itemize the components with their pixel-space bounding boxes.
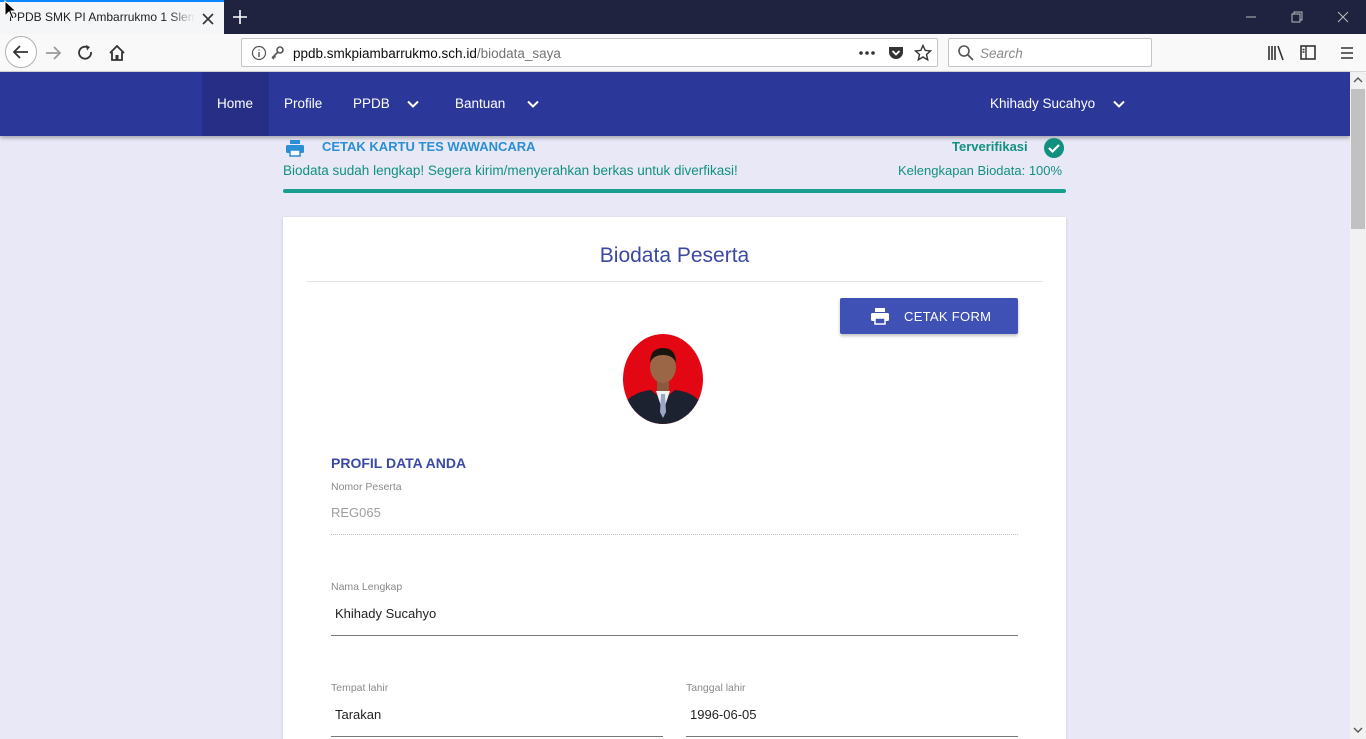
nomor-peserta-label: Nomor Peserta	[331, 481, 402, 493]
more-actions-icon[interactable]	[858, 45, 876, 61]
nomor-peserta-underline	[331, 534, 1018, 535]
url-path: /biodata_saya	[476, 46, 561, 61]
key-icon[interactable]	[269, 45, 285, 61]
library-icon[interactable]	[1262, 40, 1290, 66]
tanggal-lahir-underline	[686, 736, 1018, 737]
restore-icon[interactable]	[1289, 9, 1305, 25]
new-tab-icon[interactable]	[230, 7, 250, 27]
scroll-down-icon[interactable]	[1353, 726, 1363, 734]
printer-icon[interactable]	[285, 139, 305, 157]
nav-ppdb[interactable]: PPDB	[353, 96, 390, 111]
search-placeholder: Search	[980, 46, 1023, 61]
sidebar-icon[interactable]	[1294, 40, 1322, 66]
profile-photo	[623, 334, 703, 424]
progress-fill	[283, 189, 1066, 193]
tanggal-lahir-label: Tanggal lahir	[686, 682, 746, 694]
check-circle-icon	[1044, 138, 1064, 158]
mouse-cursor-icon	[4, 0, 18, 20]
close-window-icon[interactable]	[1335, 9, 1351, 25]
nama-lengkap-underline	[331, 635, 1018, 636]
tempat-lahir-underline	[331, 736, 663, 737]
completeness-label: Kelengkapan Biodata: 100%	[898, 163, 1063, 178]
back-arrow-icon	[12, 45, 28, 59]
forward-icon[interactable]	[39, 40, 67, 66]
print-form-button[interactable]: CETAK FORM	[840, 298, 1018, 334]
printer-icon	[871, 308, 889, 325]
nav-profile[interactable]: Profile	[284, 96, 322, 111]
print-test-card-link[interactable]: CETAK KARTU TES WAWANCARA	[322, 139, 536, 154]
pocket-icon[interactable]	[887, 44, 905, 62]
browser-tab-bar: PPDB SMK PI Ambarrukmo 1 Sleman	[0, 0, 1366, 34]
nav-home[interactable]: Home	[217, 96, 253, 111]
search-icon	[958, 45, 974, 61]
chevron-down-icon[interactable]	[526, 97, 540, 111]
nav-bantuan[interactable]: Bantuan	[455, 96, 505, 111]
tab-title: PPDB SMK PI Ambarrukmo 1 Sleman	[9, 10, 195, 24]
card-divider	[307, 281, 1043, 282]
back-button[interactable]	[5, 36, 37, 68]
avatar	[623, 334, 703, 424]
bookmark-star-icon[interactable]	[914, 44, 932, 62]
home-icon[interactable]	[103, 40, 131, 66]
url-text: ppdb.smkpiambarrukmo.sch.id/biodata_saya	[293, 46, 561, 61]
chevron-down-icon[interactable]	[406, 97, 420, 111]
biodata-complete-message: Biodata sudah lengkap! Segera kirim/meny…	[283, 163, 738, 178]
card-title: Biodata Peserta	[599, 244, 750, 267]
nama-lengkap-field[interactable]: Khihady Sucahyo	[335, 606, 436, 621]
completeness-progress-bar	[283, 189, 1066, 193]
scrollbar-thumb[interactable]	[1351, 89, 1365, 229]
nama-lengkap-label: Nama Lengkap	[331, 581, 403, 593]
url-domain: ppdb.smkpiambarrukmo.sch.id	[293, 46, 477, 61]
url-bar[interactable]: ppdb.smkpiambarrukmo.sch.id/biodata_saya	[241, 38, 938, 67]
biodata-card: Biodata Peserta CETAK FORM PROFIL DATA A…	[283, 217, 1066, 739]
nav-user-name[interactable]: Khihady Sucahyo	[990, 96, 1095, 111]
scroll-up-icon[interactable]	[1353, 76, 1363, 84]
reload-icon[interactable]	[71, 40, 99, 66]
nomor-peserta-field: REG065	[331, 505, 381, 520]
search-bar[interactable]: Search	[948, 38, 1152, 67]
site-header: Home Profile PPDB Bantuan Khihady Sucahy…	[0, 72, 1350, 136]
close-tab-icon[interactable]	[199, 10, 217, 28]
tempat-lahir-field[interactable]: Tarakan	[335, 707, 381, 722]
print-form-label: CETAK FORM	[904, 309, 992, 324]
browser-tab[interactable]: PPDB SMK PI Ambarrukmo 1 Sleman	[0, 0, 224, 34]
minimize-icon[interactable]	[1243, 9, 1259, 25]
verification-status: Terverifikasi	[952, 139, 1028, 154]
tanggal-lahir-field[interactable]: 1996-06-05	[690, 707, 757, 722]
menu-icon[interactable]	[1333, 40, 1361, 66]
chevron-down-icon[interactable]	[1112, 97, 1126, 111]
tempat-lahir-label: Tempat lahir	[331, 682, 389, 694]
section-title: PROFIL DATA ANDA	[331, 455, 467, 471]
info-icon[interactable]	[251, 45, 267, 61]
